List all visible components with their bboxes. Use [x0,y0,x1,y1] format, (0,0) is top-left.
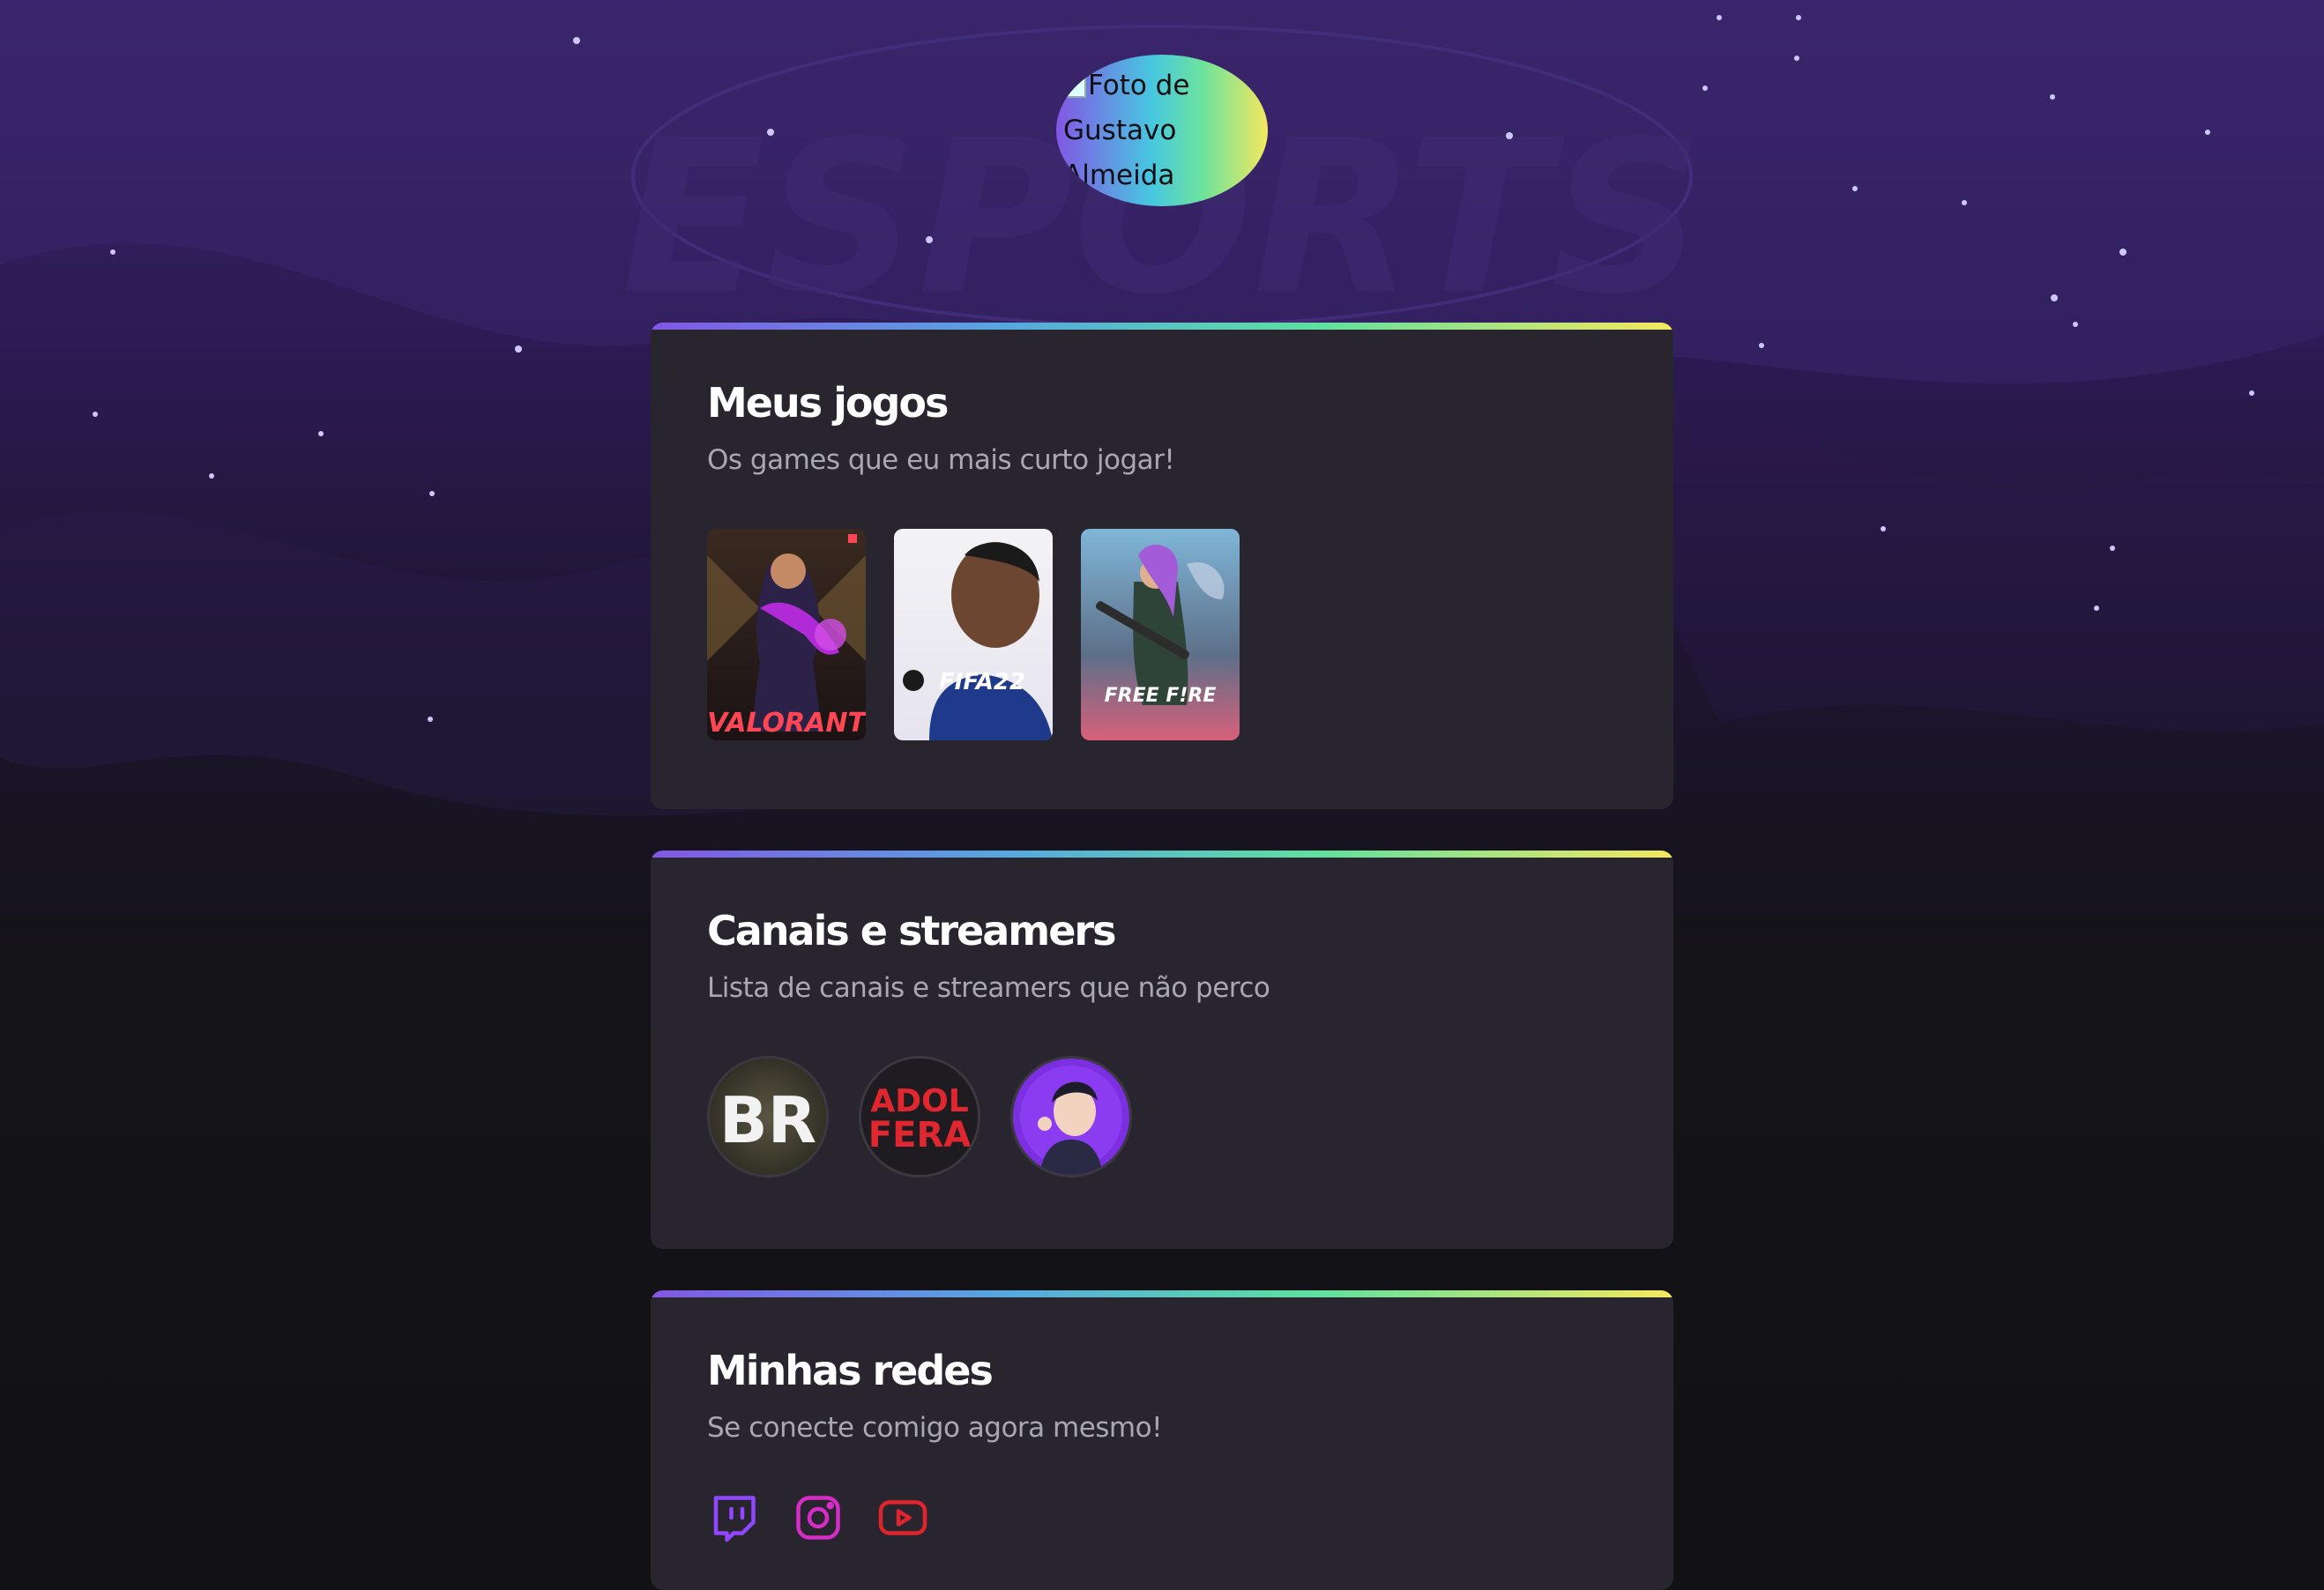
streamer-avatar-br[interactable]: BR [707,1056,829,1178]
games-card: Meus jogos Os games que eu mais curto jo… [651,323,1673,809]
br-logo-text: BR [719,1083,816,1157]
social-title: Minhas redes [707,1347,994,1394]
streamer-avatar-adolfera[interactable]: ADOL FERA [859,1056,980,1178]
broken-image-icon [1063,71,1086,98]
games-title: Meus jogos [707,379,949,427]
fifa22-logo-text: FIFA22 [939,669,1025,695]
streamers-card: Canais e streamers Lista de canais e str… [651,851,1673,1249]
streamers-title: Canais e streamers [707,907,1116,955]
avatar-alt-text: Foto de Gustavo Almeida [1063,70,1190,191]
game-cover-freefire[interactable]: FREE F!RE [1081,529,1240,740]
game-cover-fifa22[interactable]: FIFA22 [894,529,1053,740]
instagram-icon[interactable] [792,1491,845,1544]
social-card: Minhas redes Se conecte comigo agora mes… [651,1290,1673,1590]
adolfera-logo-line1: ADOL [870,1083,968,1119]
profile-avatar: Foto de Gustavo Almeida [1056,55,1268,206]
social-subtitle: Se conecte comigo agora mesmo! [707,1412,1163,1444]
youtube-icon[interactable] [876,1491,929,1544]
valorant-logo-text: VALORANT [707,708,866,739]
games-subtitle: Os games que eu mais curto jogar! [707,444,1175,476]
twitch-icon[interactable] [707,1491,760,1544]
streamers-subtitle: Lista de canais e streamers que não perc… [707,972,1270,1004]
streamer-avatar-anime[interactable] [1010,1056,1132,1178]
adolfera-logo-line2: FERA [868,1115,971,1155]
game-cover-valorant[interactable]: VALORANT [707,529,866,740]
freefire-logo-text: FREE F!RE [1105,685,1217,707]
